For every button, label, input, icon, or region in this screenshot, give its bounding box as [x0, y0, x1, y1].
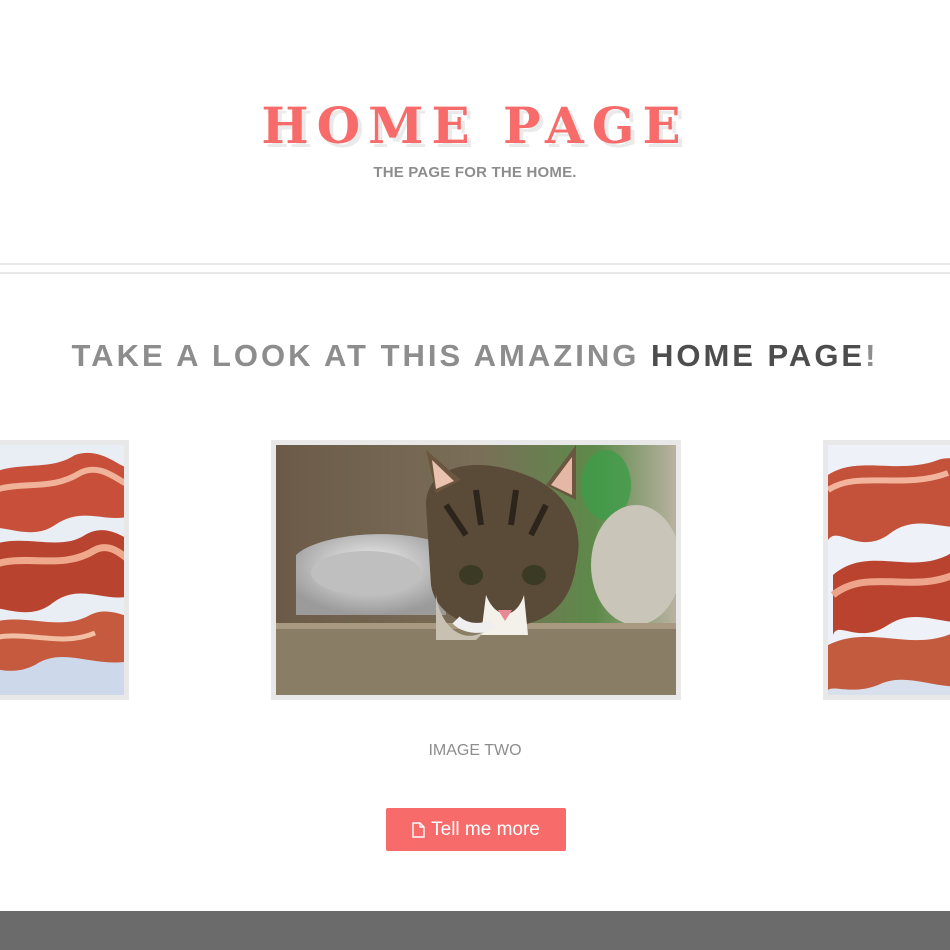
tell-me-more-button[interactable]: Tell me more — [386, 808, 566, 851]
page: HOME PAGE THE PAGE FOR THE HOME. TAKE A … — [0, 0, 950, 950]
carousel-slide-active[interactable] — [271, 440, 681, 700]
header-divider-top — [0, 263, 950, 265]
site-tagline: THE PAGE FOR THE HOME. — [373, 164, 577, 181]
bacon-image — [828, 445, 950, 695]
tell-me-more-label: Tell me more — [431, 818, 540, 840]
carousel-caption: IMAGE TWO — [428, 742, 522, 759]
section-heading: TAKE A LOOK AT THIS AMAZING HOME PAGE! — [0, 336, 950, 376]
site-header: HOME PAGE THE PAGE FOR THE HOME. — [0, 0, 950, 262]
carousel-slide-next[interactable] — [823, 440, 950, 700]
bacon-image — [0, 445, 124, 695]
section-heading-strong: HOME PAGE — [650, 338, 866, 373]
kitten-image — [276, 445, 676, 695]
section-heading-end: ! — [865, 338, 879, 373]
footer — [0, 911, 950, 950]
section-heading-light: TAKE A LOOK AT THIS AMAZING — [71, 338, 651, 373]
document-icon — [412, 821, 425, 838]
header-divider-bottom — [0, 272, 950, 274]
carousel-slide-previous[interactable] — [0, 440, 129, 700]
site-title: HOME PAGE — [261, 96, 689, 155]
